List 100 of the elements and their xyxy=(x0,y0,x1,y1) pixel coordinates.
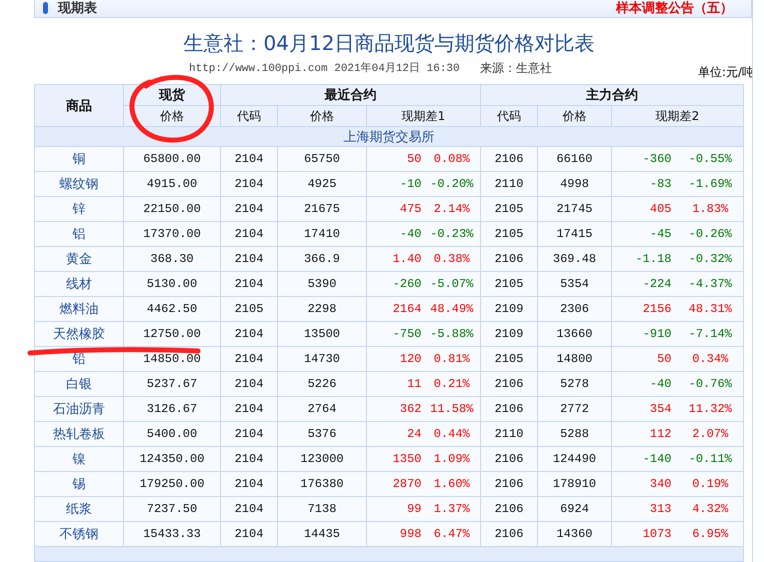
table-cell: -0.11% xyxy=(678,446,744,472)
table-cell: 2106 xyxy=(480,472,538,496)
table-cell: 2109 xyxy=(480,322,538,346)
table-cell: 11.58% xyxy=(424,396,480,422)
commodity-link[interactable]: 锡 xyxy=(34,472,124,496)
table-cell: 1350 xyxy=(366,446,424,472)
commodity-link[interactable]: 黄金 xyxy=(34,246,124,272)
commodity-link[interactable]: 锌 xyxy=(34,196,124,222)
table-cell: 2104 xyxy=(220,522,278,546)
table-cell: 1073 xyxy=(612,522,678,546)
table-cell: 3126.67 xyxy=(124,396,220,422)
table-cell: -4.37% xyxy=(678,272,744,296)
table-cell: -7.14% xyxy=(678,322,744,346)
table-cell: 17415 xyxy=(538,222,612,246)
table-cell: -0.32% xyxy=(678,246,744,272)
table-cell: 340 xyxy=(612,472,678,496)
table-cell: 0.34% xyxy=(678,346,744,372)
table-cell: 2105 xyxy=(480,196,538,222)
table-cell: 1.60% xyxy=(424,472,480,496)
commodity-link[interactable]: 不锈钢 xyxy=(34,522,124,546)
table-cell: 7138 xyxy=(278,496,366,522)
table-cell: 2104 xyxy=(220,146,278,172)
commodity-link[interactable]: 燃料油 xyxy=(34,296,124,322)
table-cell: 2110 xyxy=(480,172,538,196)
table-cell: -910 xyxy=(612,322,678,346)
table-cell: 13500 xyxy=(278,322,366,346)
table-cell: 368.30 xyxy=(124,246,220,272)
notice-link[interactable]: 样本调整公告（五） xyxy=(616,0,733,17)
table-cell: 366.9 xyxy=(278,246,366,272)
table-cell: -45 xyxy=(612,222,678,246)
column-header: 现期差1 xyxy=(366,106,480,126)
table-cell: 0.44% xyxy=(424,422,480,446)
table-cell: 12750.00 xyxy=(124,322,220,346)
table-cell: 66160 xyxy=(538,146,612,172)
table-cell: 176380 xyxy=(278,472,366,496)
table-cell: 4.32% xyxy=(678,496,744,522)
table-cell: 21745 xyxy=(538,196,612,222)
commodity-link[interactable]: 石油沥青 xyxy=(34,396,124,422)
commodity-link[interactable]: 镍 xyxy=(34,446,124,472)
table-cell: 2104 xyxy=(220,172,278,196)
table-cell: 14730 xyxy=(278,346,366,372)
column-header: 代码 xyxy=(220,106,278,126)
table-cell: -0.20% xyxy=(424,172,480,196)
table-cell: -140 xyxy=(612,446,678,472)
table-cell: 50 xyxy=(612,346,678,372)
table-cell: 65750 xyxy=(278,146,366,172)
table-cell: 5278 xyxy=(538,372,612,396)
table-cell: 475 xyxy=(366,196,424,222)
table-cell: 17370.00 xyxy=(124,222,220,246)
table-cell: 2105 xyxy=(220,296,278,322)
table-cell: 4925 xyxy=(278,172,366,196)
table-cell: 0.08% xyxy=(424,146,480,172)
commodity-link[interactable]: 白银 xyxy=(34,372,124,396)
table-cell: 2104 xyxy=(220,472,278,496)
table-cell: 2104 xyxy=(220,346,278,372)
commodity-link[interactable]: 线材 xyxy=(34,272,124,296)
table-cell: 362 xyxy=(366,396,424,422)
table-cell: 2764 xyxy=(278,396,366,422)
table-cell: 2104 xyxy=(220,422,278,446)
table-cell: 11.32% xyxy=(678,396,744,422)
table-cell: 5237.67 xyxy=(124,372,220,396)
table-cell: 2164 xyxy=(366,296,424,322)
table-cell: 0.19% xyxy=(678,472,744,496)
commodity-link[interactable]: 铝 xyxy=(34,222,124,246)
table-cell: 2106 xyxy=(480,522,538,546)
commodity-link[interactable]: 铜 xyxy=(34,146,124,172)
table-cell: -750 xyxy=(366,322,424,346)
commodity-link[interactable]: 螺纹钢 xyxy=(34,172,124,196)
table-cell: 11 xyxy=(366,372,424,396)
table-cell: 2106 xyxy=(480,372,538,396)
table-cell: 65800.00 xyxy=(124,146,220,172)
table-cell: 5288 xyxy=(538,422,612,446)
table-cell: 48.31% xyxy=(678,296,744,322)
table-cell: 2298 xyxy=(278,296,366,322)
table-cell: 0.38% xyxy=(424,246,480,272)
table-cell: 6.95% xyxy=(678,522,744,546)
table-cell: 4998 xyxy=(538,172,612,196)
table-cell: 2772 xyxy=(538,396,612,422)
commodity-link[interactable]: 天然橡胶 xyxy=(34,322,124,346)
table-cell: 4462.50 xyxy=(124,296,220,322)
table-cell: 6924 xyxy=(538,496,612,522)
table-cell: 5390 xyxy=(278,272,366,296)
commodity-link[interactable]: 热轧卷板 xyxy=(34,422,124,446)
table-cell: 178910 xyxy=(538,472,612,496)
table-cell: 124490 xyxy=(538,446,612,472)
table-cell: 2104 xyxy=(220,272,278,296)
table-cell: 15433.33 xyxy=(124,522,220,546)
table-cell: 2104 xyxy=(220,396,278,422)
table-cell: 1.37% xyxy=(424,496,480,522)
source-label: 来源：生意社 xyxy=(480,60,552,77)
column-header: 商品 xyxy=(34,84,124,126)
table-cell: -0.23% xyxy=(424,222,480,246)
table-cell: -40 xyxy=(366,222,424,246)
commodity-link[interactable]: 纸浆 xyxy=(34,496,124,522)
table-cell: -83 xyxy=(612,172,678,196)
table-cell: -0.26% xyxy=(678,222,744,246)
table-cell: 2106 xyxy=(480,496,538,522)
table-cell: 2306 xyxy=(538,296,612,322)
table-cell: 22150.00 xyxy=(124,196,220,222)
table-cell: -40 xyxy=(612,372,678,396)
